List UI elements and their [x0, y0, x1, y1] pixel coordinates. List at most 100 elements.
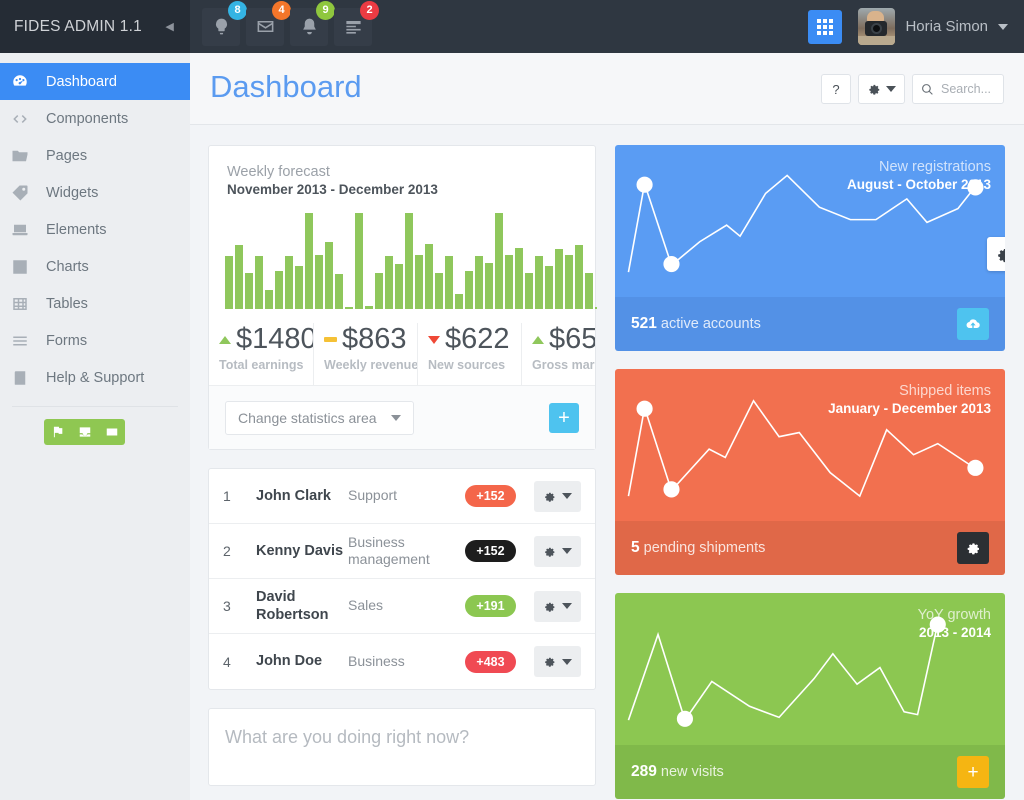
row-name: Kenny Davis	[256, 542, 344, 559]
bar	[335, 274, 343, 309]
flag-icon[interactable]	[44, 425, 71, 439]
row-actions-button[interactable]	[534, 590, 581, 622]
bar	[255, 256, 263, 309]
envelope-icon-button[interactable]: 4	[246, 0, 291, 46]
bar	[505, 255, 513, 309]
bar	[545, 265, 553, 309]
widget-footer: 5 pending shipments	[615, 521, 1005, 575]
stat-item: $65 Gross margin	[521, 323, 595, 385]
widget-action-button[interactable]	[957, 308, 989, 340]
inbox-icon[interactable]	[71, 425, 98, 439]
page-header: Dashboard ?	[190, 53, 1024, 125]
bar	[455, 293, 463, 309]
row-actions-button[interactable]	[534, 480, 581, 512]
table-row: 1 John Clark Support +152	[209, 469, 595, 524]
sidebar-item-help-support[interactable]: Help & Support	[0, 359, 190, 396]
sidebar-item-label: Widgets	[46, 184, 99, 201]
widget-settings-button[interactable]	[987, 237, 1005, 271]
laptop-icon	[9, 221, 31, 239]
weekly-forecast-subtitle: November 2013 - December 2013	[227, 182, 438, 197]
change-statistics-area-label: Change statistics area	[238, 409, 377, 426]
sidebar-item-label: Forms	[46, 332, 88, 349]
right-column: New registrations August - October 2013 52…	[615, 145, 1005, 800]
widget-count: 289	[631, 763, 657, 780]
trend-flat-icon	[324, 337, 337, 342]
search-box[interactable]	[912, 74, 1004, 104]
status-update-input[interactable]	[225, 727, 579, 767]
search-icon	[922, 83, 933, 95]
envelope-badge: 4	[272, 0, 291, 20]
topbar-right-area: Horia Simon	[808, 0, 1024, 53]
sidebar-item-elements[interactable]: Elements	[0, 211, 190, 248]
row-number: 1	[223, 488, 231, 504]
chevron-down-icon	[998, 23, 1008, 30]
bar	[415, 255, 423, 309]
widget-action-button[interactable]	[957, 532, 989, 564]
bell-icon-button[interactable]: 9	[290, 0, 335, 46]
stat-item: $1480 Total earnings	[209, 323, 313, 385]
cloud-download-icon	[966, 319, 980, 329]
lightbulb-icon-button[interactable]: 8	[202, 0, 247, 46]
widget-title-block: YoY growth 2013 - 2014	[918, 607, 991, 640]
bell-badge: 9	[316, 0, 335, 20]
settings-dropdown-button[interactable]	[858, 74, 905, 104]
trend-up-icon	[532, 335, 544, 344]
dashboard-icon	[9, 73, 31, 91]
sidebar-item-charts[interactable]: Charts	[0, 248, 190, 285]
folder-icon	[9, 147, 31, 165]
widget-action-button[interactable]: +	[957, 756, 989, 788]
chevron-left-icon[interactable]: ◀	[165, 20, 174, 33]
sidebar-item-components[interactable]: Components	[0, 100, 190, 137]
stat-widget: Shipped items January - December 2013 5 pe…	[615, 369, 1005, 575]
gear-icon	[545, 657, 555, 667]
sidebar-item-dashboard[interactable]: Dashboard	[0, 63, 190, 100]
brand-area: FIDES ADMIN 1.1 ◀	[0, 0, 190, 53]
caret-down-icon	[562, 548, 572, 554]
widget-period: 2013 - 2014	[918, 625, 991, 640]
widget-footer: 521 active accounts	[615, 297, 1005, 351]
caret-down-icon	[562, 493, 572, 499]
bar	[535, 256, 543, 309]
search-input[interactable]	[941, 82, 995, 96]
sidebar-item-forms[interactable]: Forms	[0, 322, 190, 359]
sidebar-item-pages[interactable]: Pages	[0, 137, 190, 174]
row-actions-button[interactable]	[534, 646, 581, 677]
user-name: Horia Simon	[905, 18, 988, 35]
help-button[interactable]: ?	[821, 74, 851, 104]
tasks-icon-button[interactable]: 2	[334, 0, 379, 46]
sidebar-item-tables[interactable]: Tables	[0, 285, 190, 322]
hdd-icon[interactable]	[98, 425, 125, 439]
bar	[565, 255, 573, 309]
table-row: 4 John Doe Business +483	[209, 634, 595, 689]
widget-title: New registrations	[878, 159, 991, 175]
bar	[525, 272, 533, 309]
widget-period: August - October 2013	[846, 177, 991, 192]
status-update-panel	[208, 708, 596, 786]
widget-footer: 289 new visits +	[615, 745, 1005, 799]
weekly-forecast-title: Weekly forecast	[227, 164, 330, 180]
sidebar-item-label: Components	[46, 110, 129, 127]
bar	[555, 249, 563, 309]
plus-icon: +	[967, 761, 979, 783]
statistics-row: $1480 Total earnings $863 Weekly revenue $62…	[209, 323, 595, 385]
add-statistic-button[interactable]: +	[549, 402, 579, 433]
sidebar-item-widgets[interactable]: Widgets	[0, 174, 190, 211]
avatar	[858, 8, 896, 45]
stat-item: $622 New sources	[417, 323, 521, 385]
widget-chart-area: Shipped items January - December 2013	[615, 369, 1005, 521]
user-menu[interactable]: Horia Simon	[858, 8, 1024, 45]
change-statistics-area-select[interactable]: Change statistics area	[225, 400, 414, 435]
grid-apps-icon[interactable]	[808, 9, 843, 44]
widget-chart-area: YoY growth 2013 - 2014	[615, 593, 1005, 745]
bar-chart-icon	[9, 258, 31, 276]
row-actions-button[interactable]	[534, 535, 581, 567]
admin-dashboard-page: FIDES ADMIN 1.1 ◀ 8 4 9 2 Horia Simon Da…	[0, 0, 1024, 800]
widget-caption: pending shipments	[643, 540, 766, 556]
row-name: John Doe	[256, 653, 323, 670]
widget-chart-area: New registrations August - October 2013	[615, 145, 1005, 297]
table-row: 3 David Robertson Sales +191	[209, 579, 595, 634]
trend-down-icon	[428, 335, 440, 344]
bar	[225, 256, 233, 309]
header-toolbar: ?	[821, 74, 1004, 104]
bar	[355, 213, 363, 309]
